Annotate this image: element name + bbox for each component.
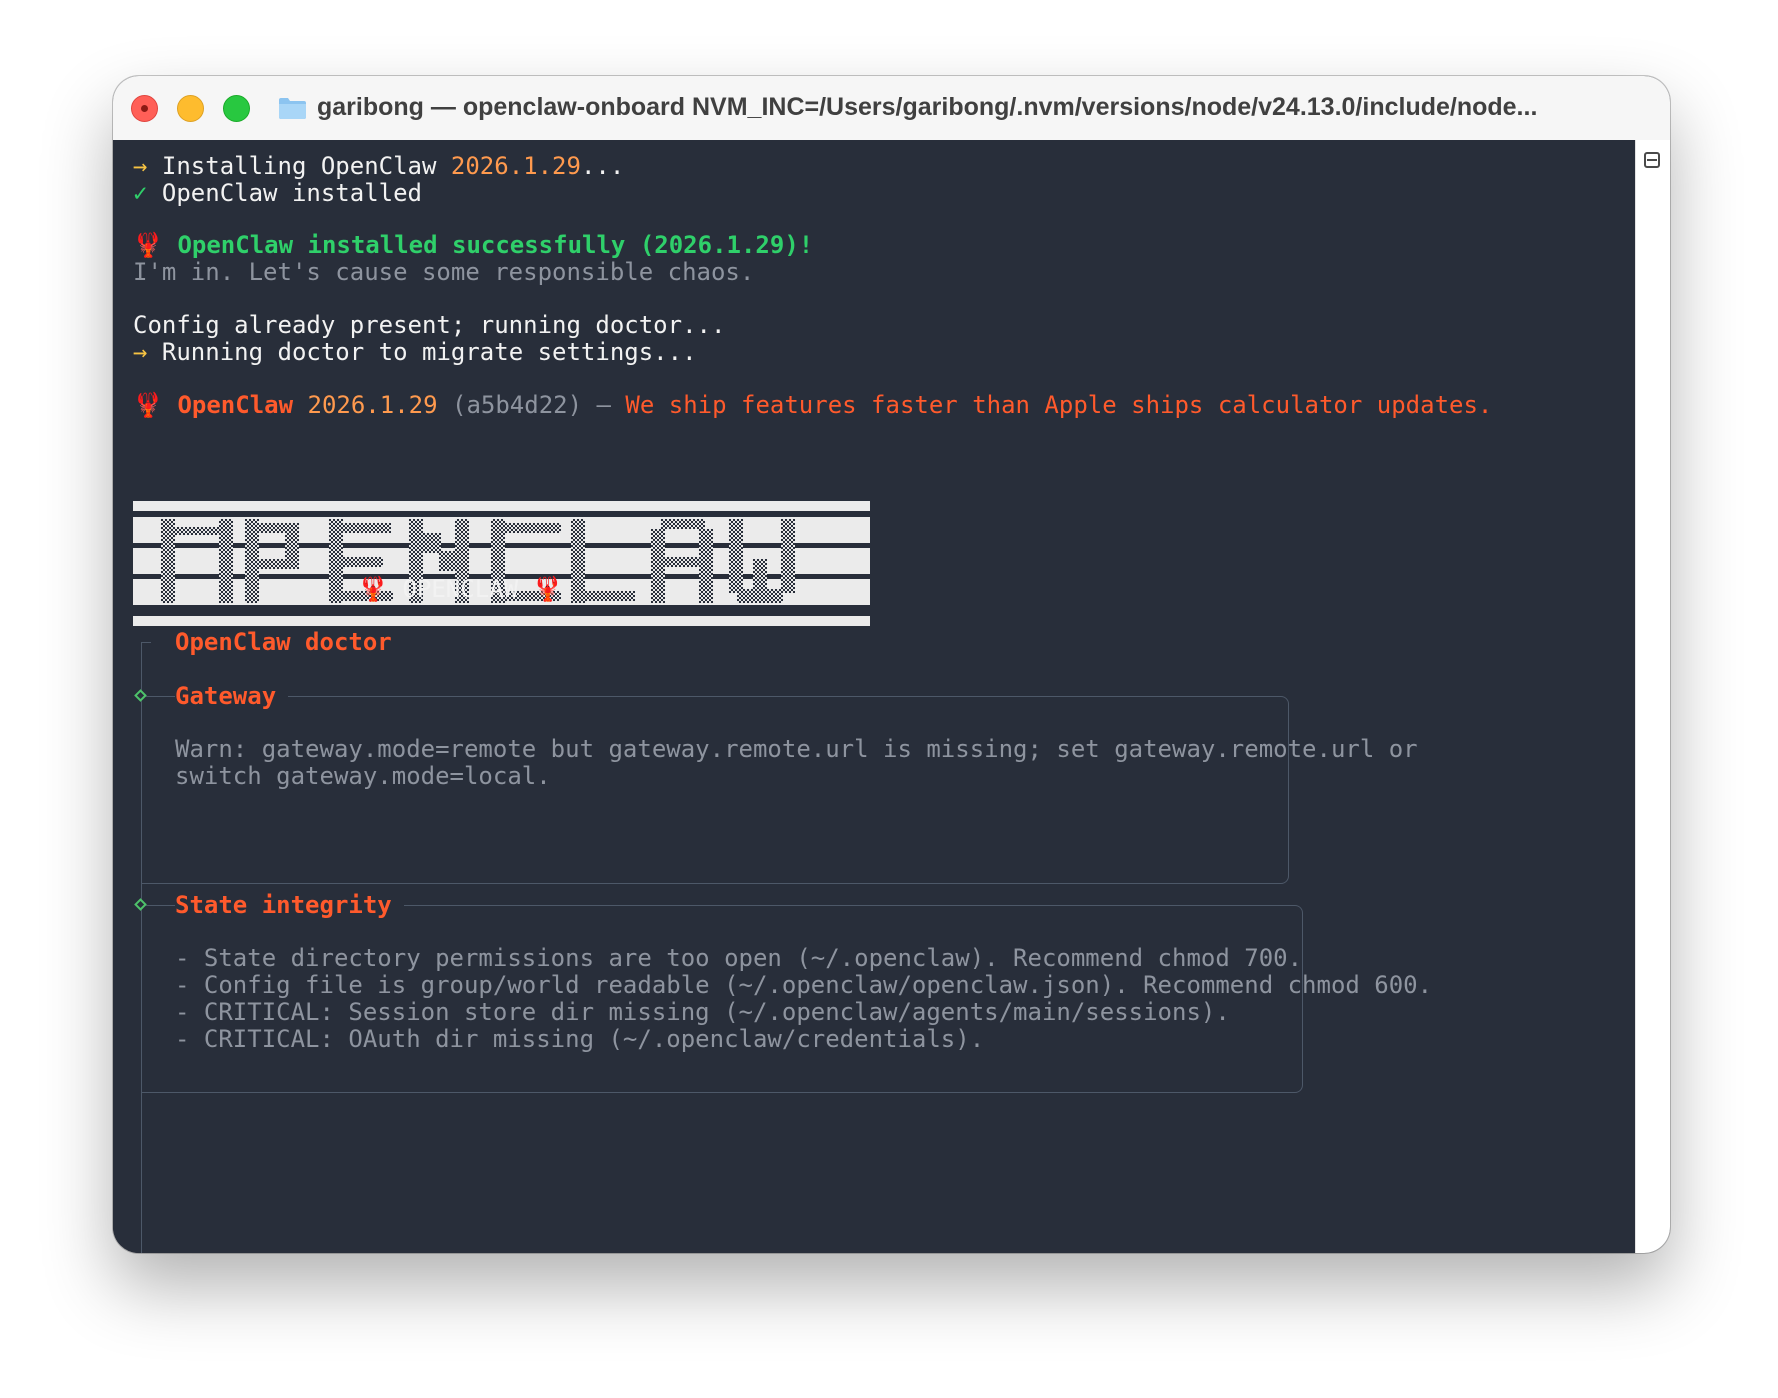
- scrollbar[interactable]: [1635, 140, 1670, 1253]
- lobster-emoji: 🦞: [133, 231, 163, 259]
- title-bar[interactable]: garibong — openclaw-onboard NVM_INC=/Use…: [113, 76, 1670, 141]
- window-title: garibong — openclaw-onboard NVM_INC=/Use…: [317, 93, 1538, 121]
- state-integrity-item: - CRITICAL: Session store dir missing (~…: [175, 998, 1230, 1026]
- gateway-section-title: Gateway: [175, 681, 289, 711]
- doctor-run-line: → Running doctor to migrate settings...: [133, 338, 697, 366]
- state-integrity-section-title: State integrity: [175, 890, 404, 920]
- gateway-warning-line: Warn: gateway.mode=remote but gateway.re…: [175, 735, 1418, 763]
- config-line: Config already present; running doctor..…: [133, 311, 726, 339]
- terminal-output[interactable]: → Installing OpenClaw 2026.1.29... ✓ Ope…: [113, 140, 1636, 1253]
- lobster-emoji: 🦞: [358, 575, 388, 603]
- state-integrity-item: - CRITICAL: OAuth dir missing (~/.opencl…: [175, 1025, 985, 1053]
- brand-line: 🦞 OpenClaw 2026.1.29 (a5b4d22) — We ship…: [133, 391, 1493, 419]
- lobster-emoji: 🦞: [532, 575, 563, 603]
- folder-icon: [279, 98, 306, 119]
- scroll-toggle-icon[interactable]: [1644, 152, 1660, 168]
- doctor-title: OpenClaw doctor: [175, 628, 392, 656]
- zoom-button[interactable]: [223, 95, 250, 122]
- arrow-icon: →: [133, 338, 148, 366]
- state-integrity-item: - State directory permissions are too op…: [175, 944, 1303, 972]
- close-button[interactable]: [131, 95, 158, 122]
- state-integrity-item: - Config file is group/world readable (~…: [175, 971, 1433, 999]
- installed-line: ✓ OpenClaw installed: [133, 179, 422, 207]
- openclaw-ascii-banner: [133, 501, 870, 626]
- success-line: 🦞 OpenClaw installed successfully (2026.…: [133, 231, 814, 259]
- gateway-warning-line: switch gateway.mode=local.: [175, 762, 551, 790]
- terminal-window: garibong — openclaw-onboard NVM_INC=/Use…: [113, 76, 1670, 1253]
- lobster-emoji: 🦞: [133, 391, 163, 419]
- check-icon: ✓: [133, 179, 148, 207]
- minimize-button[interactable]: [177, 95, 204, 122]
- banner-caption: 🦞 OPENCLAW 🦞: [358, 575, 563, 603]
- install-line: → Installing OpenClaw 2026.1.29...: [133, 152, 625, 180]
- tagline: I'm in. Let's cause some responsible cha…: [133, 258, 755, 286]
- arrow-icon: →: [133, 152, 148, 180]
- tree-corner: [141, 642, 151, 643]
